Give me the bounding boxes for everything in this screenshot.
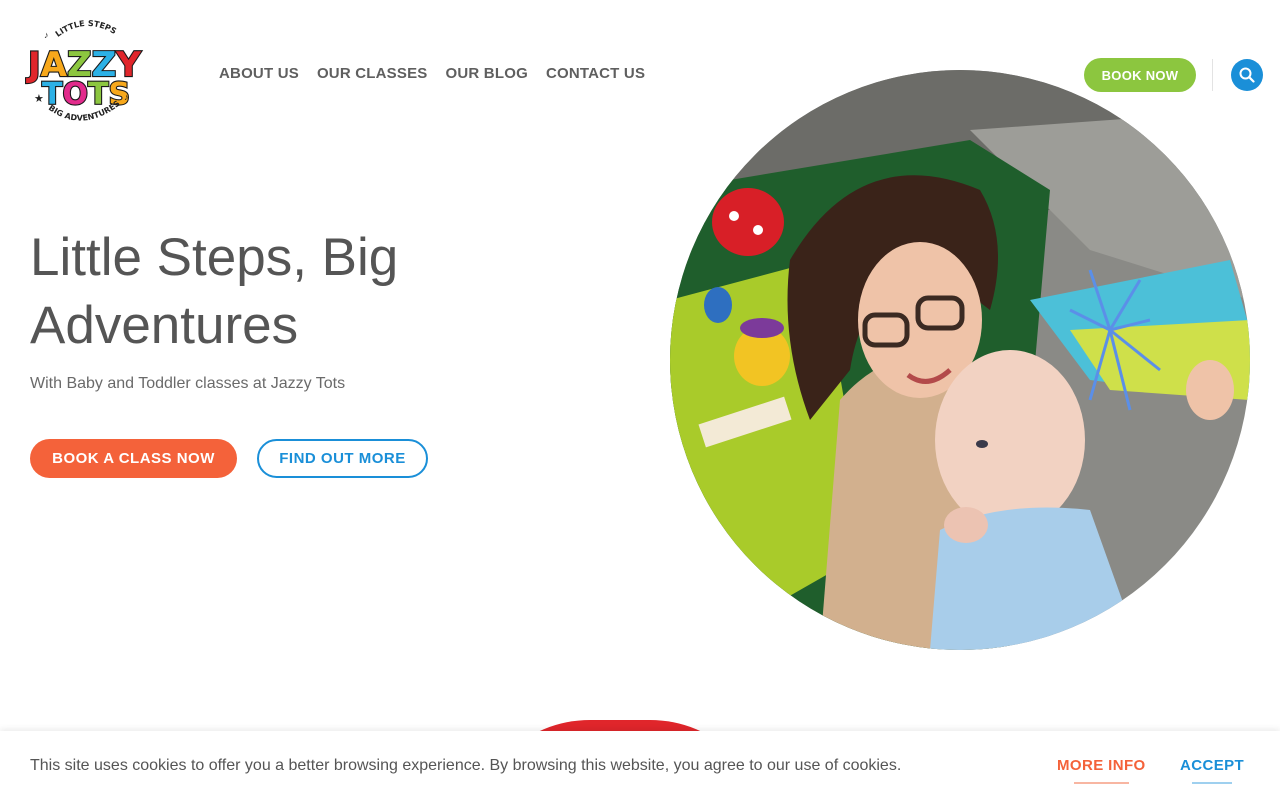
nav-about-us[interactable]: ABOUT US [210,64,308,84]
cookie-accept-button[interactable]: ACCEPT [1180,757,1244,784]
nav-our-blog[interactable]: OUR BLOG [437,64,537,84]
cookie-more-info-link[interactable]: MORE INFO [1057,757,1146,784]
svg-text:LITTLE STEPS: LITTLE STEPS [54,19,118,39]
cookie-message: This site uses cookies to offer you a be… [30,757,902,774]
nav-contact-us[interactable]: CONTACT US [537,64,654,84]
book-a-class-button[interactable]: BOOK A CLASS NOW [30,439,237,478]
book-now-button[interactable]: BOOK NOW [1084,58,1196,92]
find-out-more-button[interactable]: FIND OUT MORE [257,439,428,478]
main-nav: ABOUT US OUR CLASSES OUR BLOG CONTACT US [210,64,654,84]
hero-title: Little Steps, Big Adventures [30,228,399,355]
svg-text:♪: ♪ [44,30,49,40]
cookie-banner: This site uses cookies to offer you a be… [0,731,1280,800]
svg-text:★: ★ [34,93,44,105]
search-icon [1239,67,1255,83]
svg-text:♪: ♪ [124,92,129,102]
hero-photo-mother-and-baby [670,70,1250,650]
logo-top-text: LITTLE STEPS [54,19,118,39]
nav-our-classes[interactable]: OUR CLASSES [308,64,437,84]
hero-subtitle: With Baby and Toddler classes at Jazzy T… [30,375,346,392]
search-button[interactable] [1231,59,1263,91]
header-divider [1212,59,1213,91]
jazzy-tots-logo[interactable]: LITTLE STEPS JAZZY TOTS ★ ♪ ♪ BIG ADVENT… [24,16,146,132]
